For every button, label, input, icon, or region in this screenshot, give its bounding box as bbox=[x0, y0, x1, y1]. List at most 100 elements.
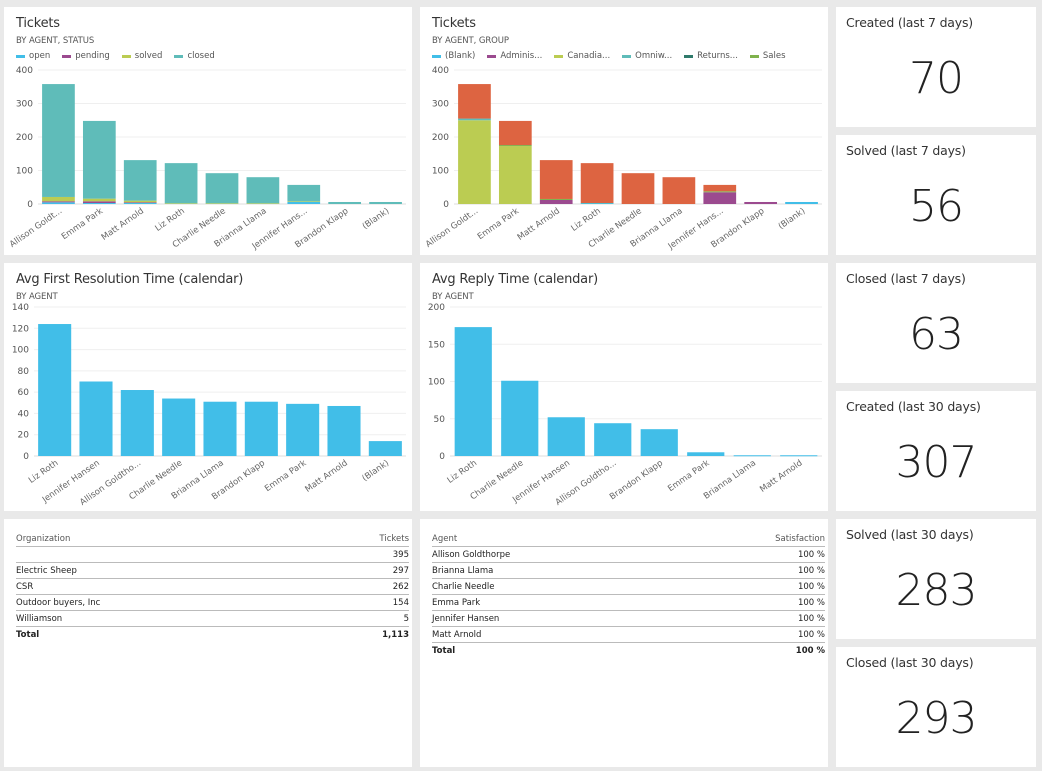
bar-segment-other[interactable] bbox=[539, 160, 573, 199]
table-row: Brianna Llama 100 % bbox=[432, 562, 825, 579]
agent-cell: Charlie Needle bbox=[432, 578, 672, 595]
bar[interactable] bbox=[640, 429, 678, 456]
first-resolution-tile[interactable]: Avg First Resolution Time (calendar) BY … bbox=[4, 263, 412, 511]
x-tick-label: Liz Roth bbox=[153, 206, 186, 234]
bar-segment-pending[interactable] bbox=[42, 201, 75, 203]
bar-segment-sales[interactable] bbox=[498, 145, 532, 147]
bar-segment-closed[interactable] bbox=[123, 160, 157, 201]
bar-segment-solved[interactable] bbox=[164, 203, 198, 204]
bar-segment-closed[interactable] bbox=[287, 184, 321, 201]
bar-segment-closed[interactable] bbox=[164, 163, 198, 204]
organization-cell: CSR bbox=[16, 578, 307, 595]
bar-segment-sales[interactable] bbox=[539, 198, 573, 200]
bar-segment-open[interactable] bbox=[82, 202, 116, 204]
table-row: Outdoor buyers, Inc 154 bbox=[16, 594, 409, 611]
bar-segment-blank[interactable] bbox=[785, 201, 818, 204]
bar[interactable] bbox=[203, 401, 237, 456]
bar-segment-pending[interactable] bbox=[123, 202, 157, 203]
bar-segment-canadia[interactable] bbox=[498, 146, 532, 204]
kpi-card-solved-7d[interactable]: Solved (last 7 days) 56 bbox=[836, 135, 1036, 255]
bar-segment-other[interactable] bbox=[580, 163, 614, 203]
bar[interactable] bbox=[547, 417, 585, 456]
bar-segment-adminis[interactable] bbox=[744, 201, 778, 204]
bar-segment-solved[interactable] bbox=[287, 200, 321, 202]
bar[interactable] bbox=[327, 405, 361, 456]
kpi-card-closed-7d[interactable]: Closed (last 7 days) 63 bbox=[836, 263, 1036, 383]
bar[interactable] bbox=[162, 398, 196, 456]
column-header-tickets[interactable]: Tickets bbox=[306, 531, 409, 547]
bar-segment-pending[interactable] bbox=[82, 201, 116, 203]
bar-segment-canadia[interactable] bbox=[458, 120, 491, 204]
tickets-by-group-tile[interactable]: Tickets BY AGENT, GROUP (Blank) Adminis..… bbox=[420, 7, 828, 255]
bar-segment-solved[interactable] bbox=[82, 198, 116, 202]
table-total-row: Total 1,113 bbox=[16, 627, 409, 643]
table-row: Electric Sheep 297 bbox=[16, 562, 409, 579]
bar[interactable] bbox=[501, 380, 539, 456]
y-tick-label: 200 bbox=[16, 133, 33, 143]
organization-cell: Electric Sheep bbox=[16, 562, 307, 579]
bar[interactable] bbox=[38, 324, 72, 456]
bar[interactable] bbox=[594, 423, 632, 456]
bar-segment-omniw[interactable] bbox=[458, 118, 491, 121]
bar-segment-solved[interactable] bbox=[205, 203, 239, 204]
card-value: 293 bbox=[895, 693, 978, 744]
bar[interactable] bbox=[286, 403, 320, 456]
y-tick-label: 40 bbox=[18, 409, 30, 419]
organization-cell bbox=[16, 546, 307, 563]
column-header-agent[interactable]: Agent bbox=[432, 531, 672, 547]
card-value: 283 bbox=[895, 565, 978, 616]
column-header-organization[interactable]: Organization bbox=[16, 531, 307, 547]
bar-segment-closed[interactable] bbox=[42, 84, 75, 197]
bar[interactable] bbox=[454, 327, 492, 456]
bar-segment-closed[interactable] bbox=[82, 120, 116, 199]
reply-time-tile[interactable]: Avg Reply Time (calendar) BY AGENT 0 50 10… bbox=[420, 263, 828, 511]
bar-segment-other[interactable] bbox=[621, 173, 655, 204]
agent-satisfaction-table: Agent Satisfaction Allison Goldthorpe 100… bbox=[432, 531, 825, 658]
bar[interactable] bbox=[244, 401, 278, 456]
x-tick-label: Emma Park bbox=[476, 206, 521, 242]
card-title: Created (last 30 days) bbox=[846, 399, 981, 414]
bar-segment-sales[interactable] bbox=[703, 191, 737, 193]
table-row: Jennifer Hansen 100 % bbox=[432, 610, 825, 627]
bar-segment-open[interactable] bbox=[123, 202, 157, 204]
bar[interactable] bbox=[733, 455, 771, 457]
table-header-row: Organization Tickets bbox=[16, 531, 409, 547]
bar-segment-solved[interactable] bbox=[123, 200, 157, 203]
bar-segment-open[interactable] bbox=[42, 202, 75, 204]
total-value: 100 % bbox=[795, 646, 825, 656]
bar-segment-adminis[interactable] bbox=[539, 199, 573, 204]
x-tick-label: Matt Arnold bbox=[516, 206, 562, 243]
kpi-card-created-30d[interactable]: Created (last 30 days) 307 bbox=[836, 391, 1036, 511]
bar-segment-solved[interactable] bbox=[42, 196, 75, 202]
kpi-card-created-7d[interactable]: Created (last 7 days) 70 bbox=[836, 7, 1036, 127]
bar-segment-other[interactable] bbox=[662, 177, 696, 204]
bar-segment-closed[interactable] bbox=[205, 173, 239, 204]
tickets-cell: 154 bbox=[306, 594, 409, 611]
bar-segment-other[interactable] bbox=[703, 184, 737, 192]
bar-segment-adminis[interactable] bbox=[703, 192, 737, 204]
kpi-card-closed-30d[interactable]: Closed (last 30 days) 293 bbox=[836, 647, 1036, 767]
agent-satisfaction-tile[interactable]: Agent Satisfaction Allison Goldthorpe 100… bbox=[420, 519, 828, 767]
column-header-satisfaction[interactable]: Satisfaction bbox=[671, 531, 825, 547]
first-resolution-chart: 020406080100120140Liz RothJennifer Hanse… bbox=[12, 303, 406, 508]
bar-segment-other[interactable] bbox=[458, 84, 491, 119]
bar-segment-omniw[interactable] bbox=[580, 202, 614, 204]
bar[interactable] bbox=[79, 381, 113, 457]
bar-segment-solved[interactable] bbox=[246, 203, 280, 204]
kpi-card-solved-30d[interactable]: Solved (last 30 days) 283 bbox=[836, 519, 1036, 639]
organization-table-tile[interactable]: Organization Tickets 395 Electric Sheep 2… bbox=[4, 519, 412, 767]
bar[interactable] bbox=[780, 455, 818, 457]
organization-cell: Williamson bbox=[16, 610, 307, 627]
y-tick-label: 300 bbox=[16, 100, 33, 110]
bar[interactable] bbox=[120, 390, 154, 456]
bar[interactable] bbox=[368, 441, 402, 456]
agent-cell: Allison Goldthorpe bbox=[432, 546, 672, 563]
bar-segment-closed[interactable] bbox=[369, 201, 402, 204]
bar-segment-closed[interactable] bbox=[246, 177, 280, 204]
bar-segment-closed[interactable] bbox=[328, 201, 362, 204]
tickets-by-status-tile[interactable]: Tickets BY AGENT, STATUS open pending solv… bbox=[4, 7, 412, 255]
bar-segment-open[interactable] bbox=[287, 201, 321, 204]
y-tick-label: 400 bbox=[16, 66, 33, 76]
bar[interactable] bbox=[687, 452, 725, 456]
bar-segment-other[interactable] bbox=[498, 120, 532, 146]
